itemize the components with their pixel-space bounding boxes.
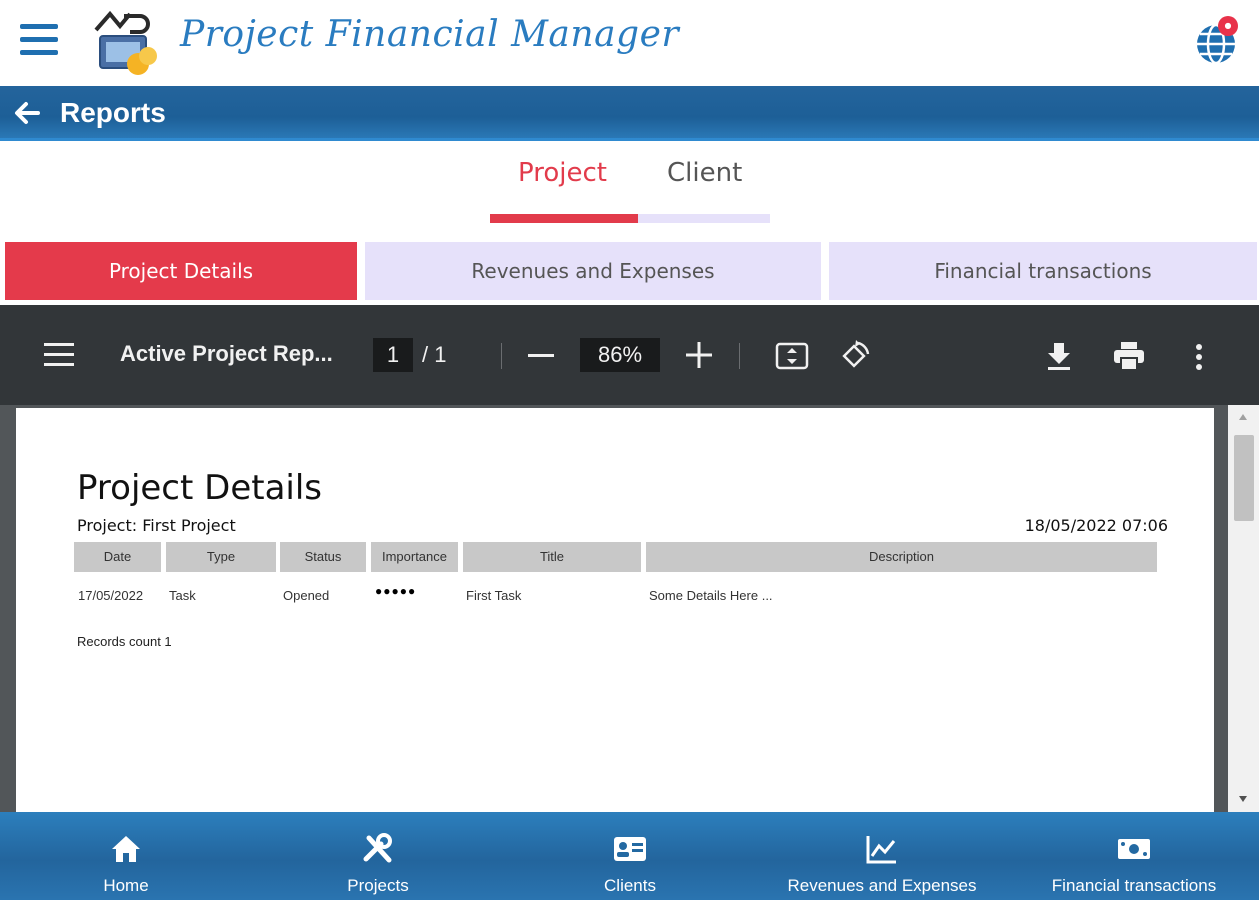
column-header-importance: Importance — [371, 542, 458, 572]
document-project-line: Project: First Project — [77, 516, 236, 535]
toolbar-divider — [501, 343, 502, 369]
cell-importance-dots: ●●●●● — [375, 584, 417, 598]
page-title: Reports — [60, 97, 166, 128]
app-header: Project Financial Manager ● — [0, 0, 1259, 86]
tools-icon — [363, 833, 392, 863]
nav-label-financial-transactions: Financial transactions — [1051, 876, 1217, 895]
home-icon — [112, 836, 140, 862]
cell-description: Some Details Here ... — [649, 588, 773, 603]
document-title: Project Details — [77, 468, 323, 508]
scroll-up-icon[interactable] — [1238, 413, 1248, 421]
rotate-icon[interactable] — [838, 340, 872, 372]
pdf-menu-icon[interactable] — [44, 343, 76, 367]
download-icon[interactable] — [1046, 341, 1072, 371]
zoom-in-icon[interactable] — [686, 341, 712, 369]
cell-date: 17/05/2022 — [78, 588, 144, 603]
more-options-icon[interactable] — [1194, 343, 1204, 371]
column-header-status: Status — [280, 542, 366, 572]
nav-label-projects: Projects — [347, 876, 409, 895]
cell-status: Opened — [283, 588, 330, 603]
nav-label-home: Home — [103, 876, 149, 895]
nav-label-clients: Clients — [604, 876, 656, 895]
app-title: Project Financial Manager — [180, 14, 680, 55]
language-globe-icon[interactable]: ● — [1194, 16, 1242, 66]
back-arrow-icon[interactable] — [12, 98, 42, 128]
scroll-thumb[interactable] — [1234, 435, 1254, 521]
scroll-down-icon[interactable] — [1238, 795, 1248, 803]
language-badge: ● — [1218, 16, 1238, 36]
pdf-page: Project Details Project: First Project 1… — [16, 408, 1214, 812]
tab-project[interactable]: Project — [518, 158, 607, 188]
column-header-type: Type — [166, 542, 276, 572]
subtab-revenues-and-expenses[interactable]: Revenues and Expenses — [365, 242, 821, 300]
chart-icon — [866, 836, 896, 864]
pdf-scrollbar[interactable] — [1228, 405, 1259, 812]
money-icon — [1118, 839, 1150, 859]
nav-clients[interactable]: Clients — [504, 812, 756, 900]
nav-projects[interactable]: Projects — [252, 812, 504, 900]
cell-type: Task — [169, 588, 196, 603]
fit-page-icon[interactable] — [775, 342, 809, 370]
page-number-input[interactable]: 1 — [373, 338, 413, 372]
cell-title: First Task — [466, 588, 522, 603]
nav-label-revenues-and-expenses: Revenues and Expenses — [787, 876, 977, 895]
document-generated-date: 18/05/2022 07:06 — [1024, 516, 1168, 535]
reports-bar: Reports — [0, 86, 1259, 141]
column-header-date: Date — [74, 542, 161, 572]
subtab-financial-transactions[interactable]: Financial transactions — [829, 242, 1257, 300]
tab-client[interactable]: Client — [667, 158, 742, 188]
app-logo — [94, 10, 157, 75]
column-header-description: Description — [646, 542, 1157, 572]
pdf-toolbar: Active Project Rep... 1 / 1 86% — [0, 305, 1259, 405]
nav-home[interactable]: Home — [0, 812, 252, 900]
nav-financial-transactions[interactable]: Financial transactions — [1008, 812, 1259, 900]
menu-icon[interactable] — [20, 24, 60, 60]
bottom-navigation: Home Projects Clients Revenues and Expen… — [0, 812, 1259, 900]
column-header-title: Title — [463, 542, 641, 572]
pdf-document-title: Active Project Rep... — [120, 341, 333, 366]
zoom-out-icon[interactable] — [528, 354, 554, 357]
report-type-tabs: Project Client — [490, 158, 770, 224]
toolbar-divider — [739, 343, 740, 369]
pdf-viewer: Active Project Rep... 1 / 1 86% Project … — [0, 305, 1259, 812]
subtab-project-details[interactable]: Project Details — [5, 242, 357, 300]
id-card-icon — [614, 837, 646, 861]
zoom-level-input[interactable]: 86% — [580, 338, 660, 372]
nav-revenues-and-expenses[interactable]: Revenues and Expenses — [756, 812, 1008, 900]
print-icon[interactable] — [1113, 341, 1145, 371]
records-count: Records count 1 — [77, 634, 172, 649]
page-total: / 1 — [422, 342, 447, 367]
tab-active-indicator — [490, 214, 638, 223]
